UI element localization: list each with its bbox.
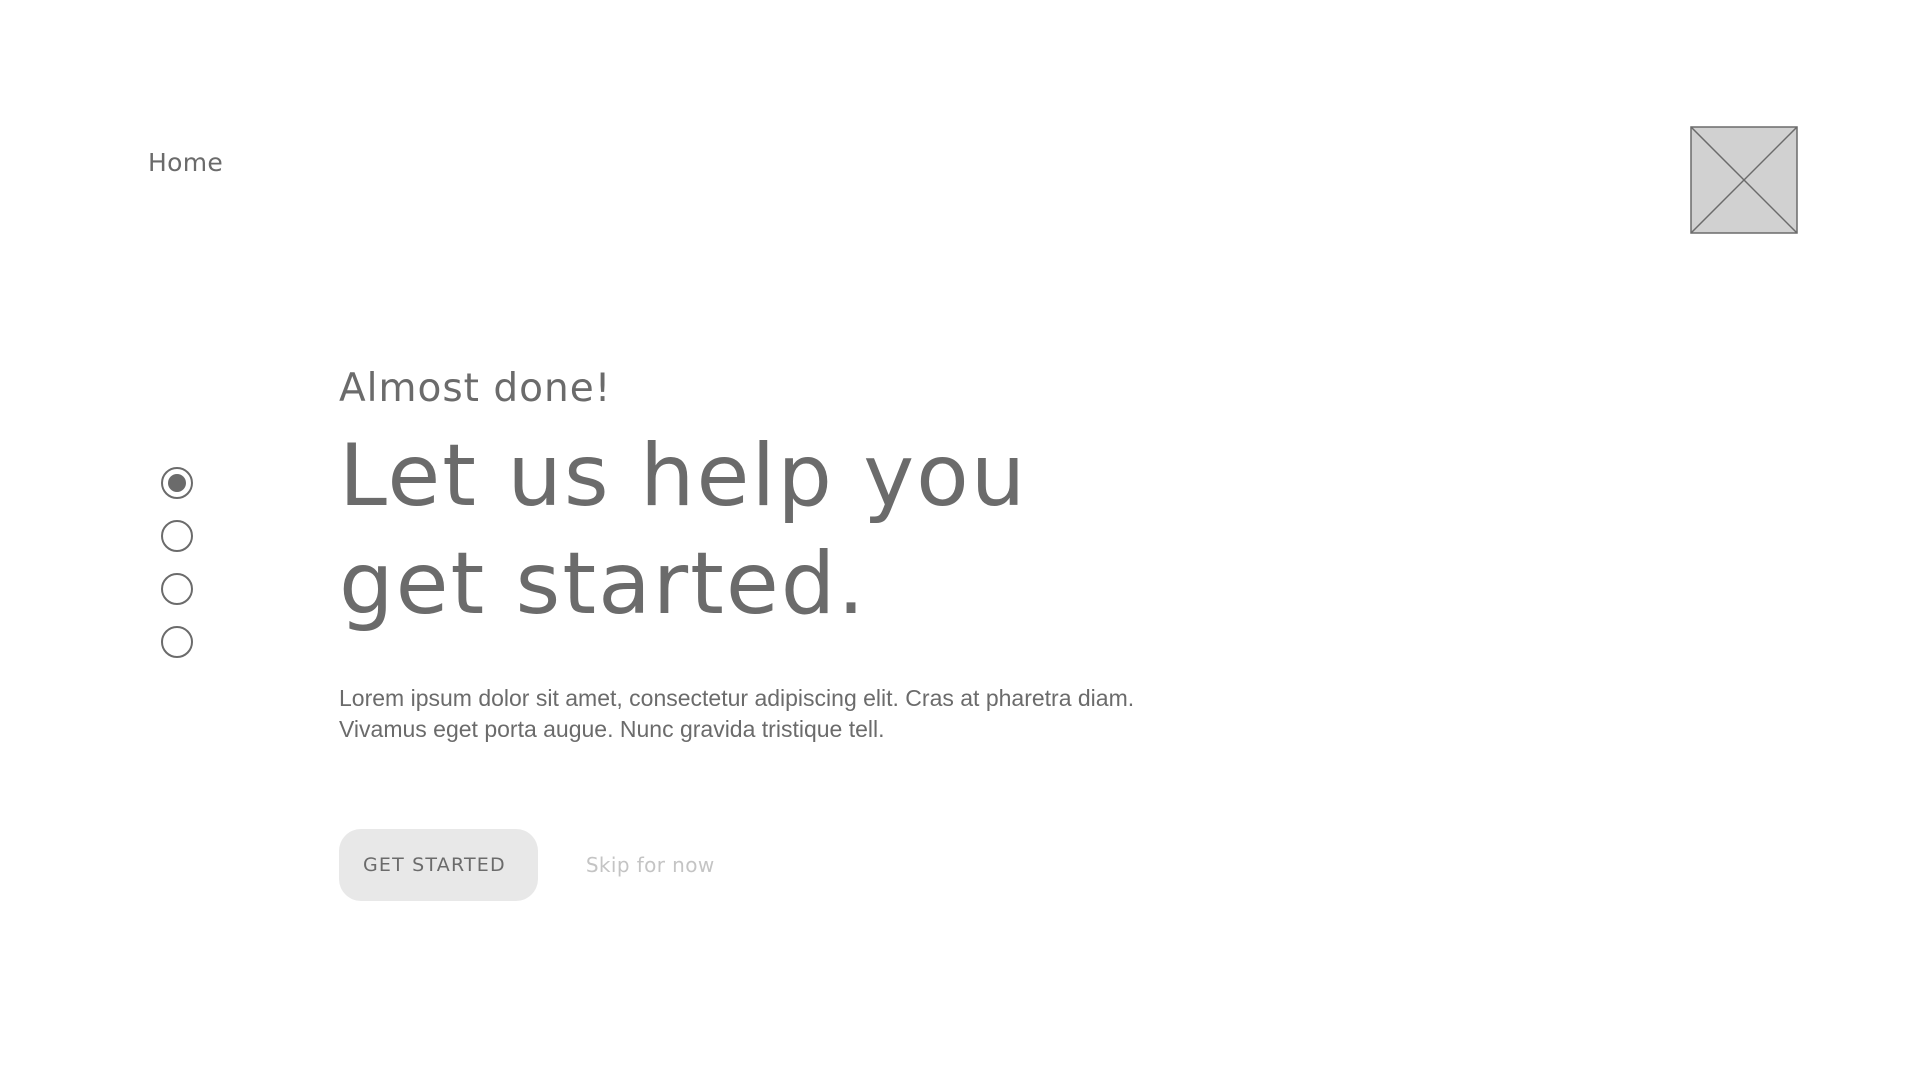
- image-placeholder-icon: [1690, 126, 1798, 234]
- page-title: Let us help you get started.: [339, 422, 1239, 638]
- page-title-line-2: get started.: [339, 534, 867, 634]
- get-started-button[interactable]: GET STARTED: [339, 829, 538, 901]
- step-dot-1[interactable]: [161, 467, 193, 499]
- home-link[interactable]: Home: [148, 148, 223, 177]
- step-dot-2[interactable]: [161, 520, 193, 552]
- description-line-2: Vivamus eget porta augue. Nunc gravida t…: [339, 716, 885, 742]
- description-text: Lorem ipsum dolor sit amet, consectetur …: [339, 683, 1159, 745]
- action-row: GET STARTED Skip for now: [339, 829, 1239, 901]
- step-indicator: [161, 467, 197, 658]
- skip-for-now-link[interactable]: Skip for now: [586, 853, 715, 877]
- description-line-1: Lorem ipsum dolor sit amet, consectetur …: [339, 685, 1135, 711]
- hero-section: Almost done! Let us help you get started…: [339, 362, 1239, 901]
- step-dot-3[interactable]: [161, 573, 193, 605]
- step-dot-4[interactable]: [161, 626, 193, 658]
- page-title-line-1: Let us help you: [339, 426, 1028, 526]
- eyebrow-text: Almost done!: [339, 366, 612, 411]
